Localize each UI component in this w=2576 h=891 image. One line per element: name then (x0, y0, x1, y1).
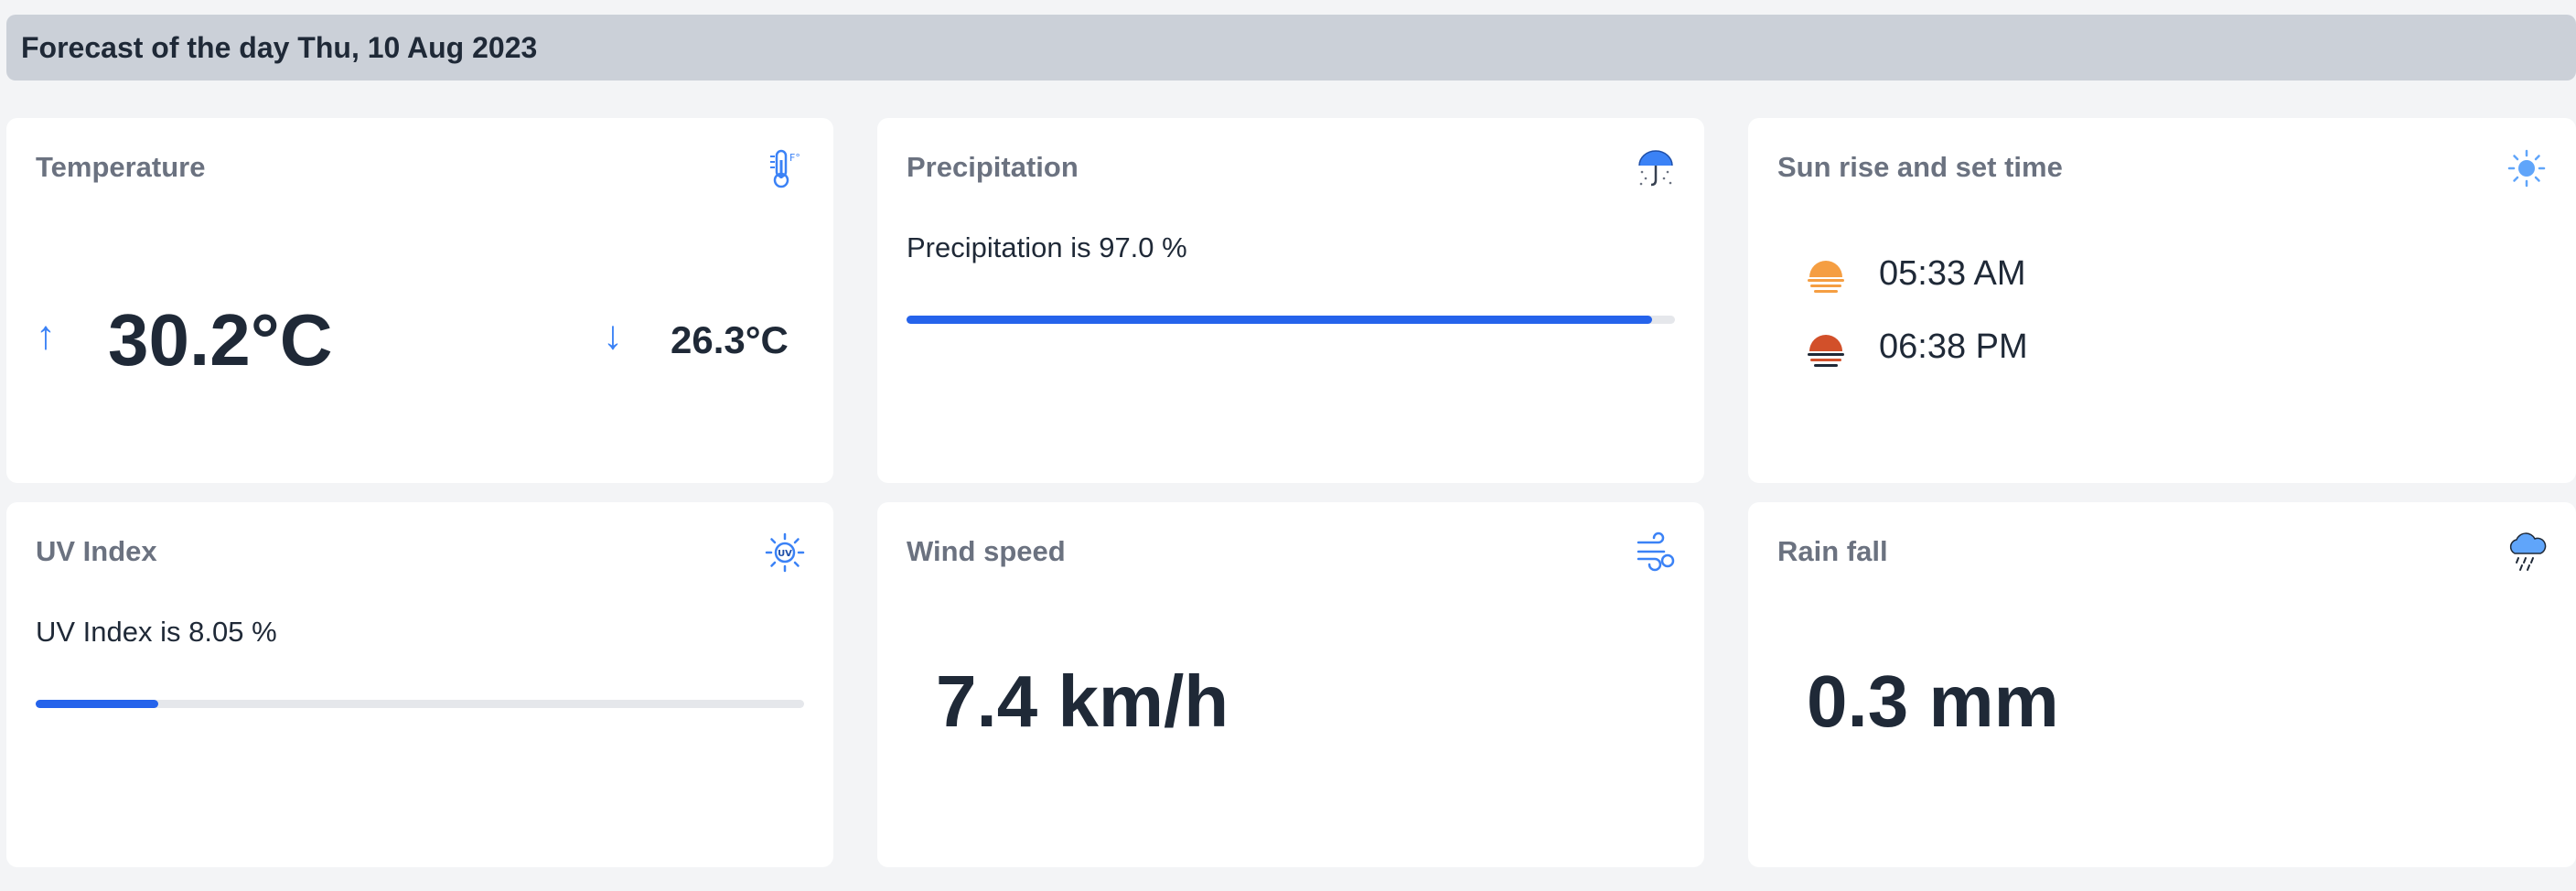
temperature-low: 26.3°C (671, 318, 789, 361)
wind-card: Wind speed 7.4 km/h (877, 502, 1704, 867)
sun-card: Sun rise and set time 05:33 AM 06:38 PM (1748, 118, 2576, 483)
precipitation-progress-fill (907, 316, 1652, 324)
temperature-card: Temperature F° ↑ 30.2°C ↓ 26.3°C (6, 118, 833, 483)
temperature-high: 30.2°C (108, 299, 333, 381)
wind-title: Wind speed (907, 535, 1066, 567)
wind-icon (1637, 531, 1675, 572)
rain-fall-value: 0.3 mm (1807, 660, 2059, 742)
precipitation-card: Precipitation Precipitation is 97.0 % (877, 118, 1704, 483)
precipitation-progress (907, 316, 1675, 324)
sunrise-time: 05:33 AM (1879, 254, 2026, 293)
umbrella-rain-icon (1638, 150, 1673, 187)
sunset-icon (1808, 335, 1844, 367)
sun-title: Sun rise and set time (1777, 151, 2063, 183)
thermometer-icon: F° (770, 149, 800, 188)
sunrise-icon (1808, 261, 1844, 293)
rain-cloud-icon (2509, 532, 2547, 571)
svg-text:F°: F° (789, 152, 800, 164)
uv-progress (36, 700, 804, 708)
precipitation-text: Precipitation is 97.0 % (907, 231, 1187, 263)
temperature-title: Temperature (36, 151, 206, 183)
sunset-time: 06:38 PM (1879, 327, 2028, 366)
uv-title: UV Index (36, 535, 157, 567)
wind-speed-value: 7.4 km/h (936, 660, 1229, 742)
low-arrow-icon: ↓ (603, 313, 623, 358)
sun-icon (2507, 149, 2546, 188)
uv-sun-icon: UV (765, 532, 805, 573)
high-arrow-icon: ↑ (36, 313, 56, 358)
rain-title: Rain fall (1777, 535, 1888, 567)
precipitation-title: Precipitation (907, 151, 1079, 183)
rain-card: Rain fall 0.3 mm (1748, 502, 2576, 867)
forecast-header: Forecast of the day Thu, 10 Aug 2023 (6, 15, 2576, 81)
uv-progress-fill (36, 700, 159, 708)
forecast-title: Forecast of the day Thu, 10 Aug 2023 (21, 30, 538, 64)
svg-text:UV: UV (778, 549, 792, 559)
uv-card: UV Index UV UV Index is 8.05 % (6, 502, 833, 867)
uv-text: UV Index is 8.05 % (36, 616, 277, 648)
